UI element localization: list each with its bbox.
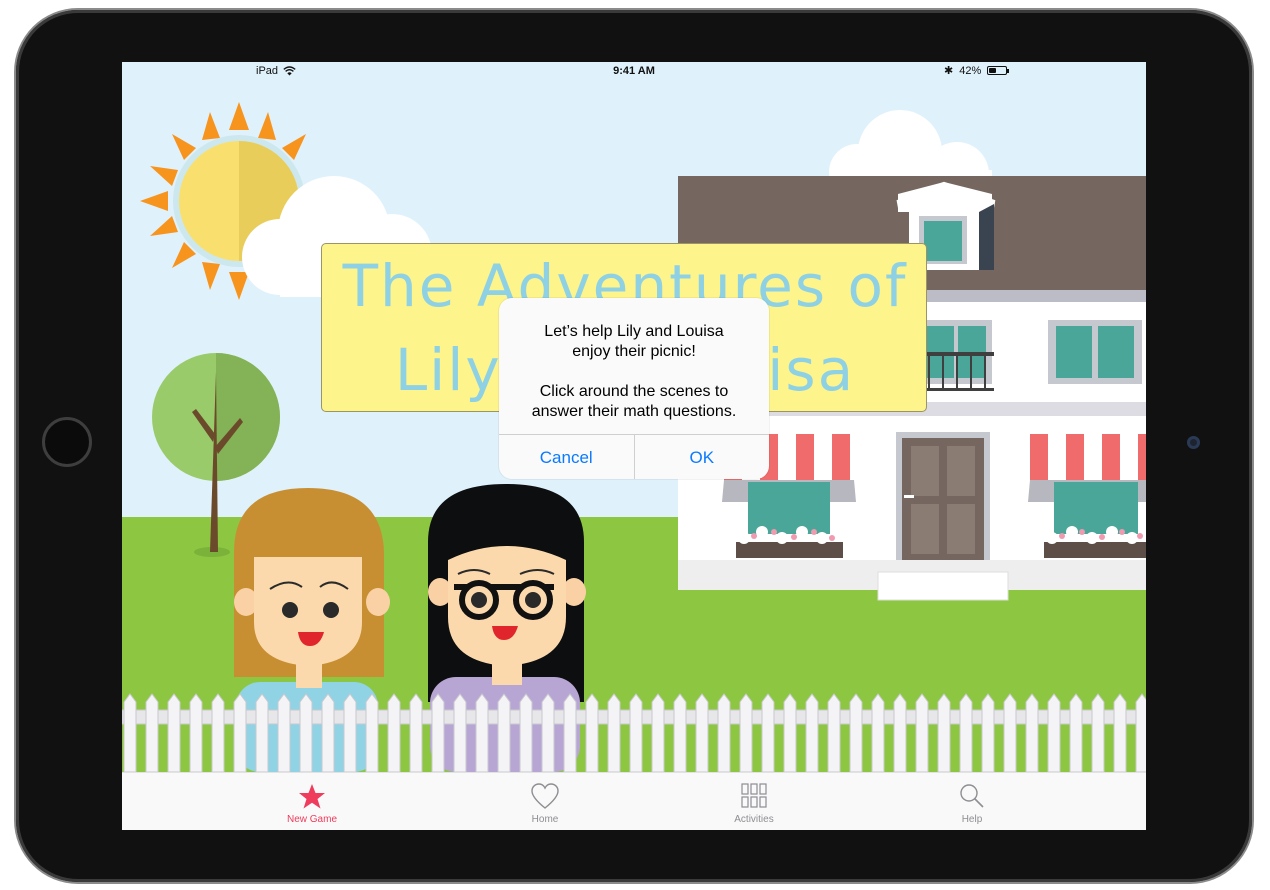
fence-picket (189, 693, 203, 772)
alert-message: Let’s help Lily and Louisa enjoy their p… (499, 322, 769, 422)
tab-label: Activities (734, 814, 774, 825)
fence-picket (959, 693, 973, 772)
fence-picket (563, 693, 577, 772)
grid-icon (741, 783, 767, 808)
front-camera (1187, 436, 1200, 449)
tab-label: New Game (286, 814, 337, 825)
heart-icon (531, 783, 559, 809)
alert-message-line: Let’s help Lily and Louisa (544, 323, 724, 340)
alert-message-line: answer their math questions. (531, 403, 737, 420)
alert-dialog: Let’s help Lily and Louisa enjoy their p… (499, 298, 769, 479)
cancel-button[interactable]: Cancel (499, 435, 634, 479)
fence-picket (1135, 693, 1146, 772)
tab-label: Home (531, 814, 559, 825)
alert-message-line (499, 362, 769, 382)
tab-new-game[interactable]: New Game (252, 773, 372, 830)
fence-picket (629, 693, 643, 772)
fence-picket (717, 693, 731, 772)
fence-picket (827, 693, 841, 772)
search-icon (960, 784, 984, 808)
fence-picket (651, 693, 665, 772)
fence-picket (541, 693, 555, 772)
fence-picket (1091, 693, 1105, 772)
fence-picket (607, 693, 621, 772)
battery-percent: 42% (959, 64, 982, 77)
fence-picket (585, 693, 599, 772)
fence-picket (673, 693, 687, 772)
fence-picket (915, 693, 929, 772)
fence-picket (1113, 693, 1127, 772)
app-screen: iPad 9:41 AM ✱ 42% The Adventures of Lil… (122, 62, 1146, 830)
fence-picket (431, 693, 445, 772)
fence-picket (365, 693, 379, 772)
alert-buttons: Cancel OK (499, 434, 769, 479)
fence-picket (1003, 693, 1017, 772)
fence-picket (519, 693, 533, 772)
bluetooth-icon: ✱ (944, 65, 954, 77)
fence-picket (1025, 693, 1039, 772)
fence-picket (475, 693, 489, 772)
fence-picket (211, 693, 225, 772)
fence-picket (453, 693, 467, 772)
tab-label: Help (961, 814, 983, 825)
fence-picket (343, 693, 357, 772)
tab-activities[interactable]: Activities (694, 773, 814, 830)
fence-picket (783, 693, 797, 772)
status-bar: iPad 9:41 AM ✱ 42% (122, 62, 1146, 82)
alert-message-line: enjoy their picnic! (572, 343, 696, 360)
fence-picket (739, 693, 753, 772)
fence-picket (871, 693, 885, 772)
fence-picket (849, 693, 863, 772)
tab-bar: New Game Home Activities Help (122, 772, 1146, 830)
fence-picket (277, 693, 291, 772)
battery-icon (987, 66, 1010, 75)
fence-picket (1069, 693, 1083, 772)
fence-picket (145, 693, 159, 772)
fence-picket (497, 693, 511, 772)
fence-picket (123, 693, 137, 772)
fence-picket (761, 693, 775, 772)
star-icon (299, 784, 325, 809)
alert-message-line: Click around the scenes to (539, 383, 729, 400)
fence-picket (981, 693, 995, 772)
tab-home[interactable]: Home (485, 773, 605, 830)
fence-picket (1047, 693, 1061, 772)
fence-picket (321, 693, 335, 772)
ok-button[interactable]: OK (633, 435, 770, 479)
fence-picket (233, 693, 247, 772)
tab-help[interactable]: Help (912, 773, 1032, 830)
home-button[interactable] (42, 417, 92, 467)
fence-picket (167, 693, 181, 772)
fence-picket (695, 693, 709, 772)
fence-picket (893, 693, 907, 772)
fence-picket (387, 693, 401, 772)
fence-picket (805, 693, 819, 772)
fence-picket (255, 693, 269, 772)
status-right: ✱ 42% (944, 64, 1010, 77)
fence-picket (299, 693, 313, 772)
fence-picket (409, 693, 423, 772)
fence-picket (937, 693, 951, 772)
